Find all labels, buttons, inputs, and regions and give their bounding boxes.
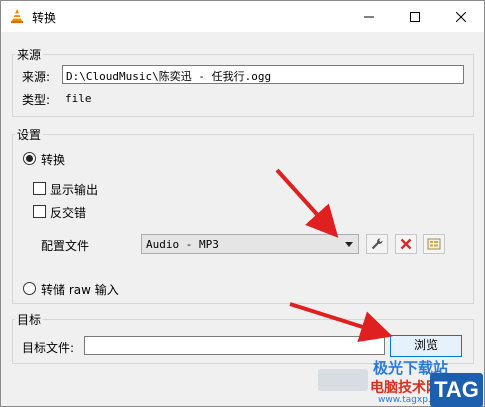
edit-profile-button[interactable] <box>366 234 388 254</box>
dump-raw-label: 转储 raw 输入 <box>41 283 119 297</box>
vlc-cone-icon <box>9 8 25 24</box>
source-field[interactable]: D:\CloudMusic\陈奕迅 - 任我行.ogg <box>62 65 464 84</box>
close-icon <box>456 11 466 22</box>
source-group-label: 来源 <box>15 46 44 63</box>
delete-x-icon <box>400 238 412 250</box>
wrench-icon <box>371 238 383 250</box>
watermark: 极光下载站 电脑技术网 www.tagxp.com TAG <box>318 355 485 407</box>
minimize-icon <box>364 16 374 17</box>
profile-select[interactable]: Audio - MP3 <box>141 234 359 254</box>
type-value: file <box>65 92 92 105</box>
chevron-down-icon <box>345 242 353 247</box>
watermark-tag-badge: TAG <box>430 373 483 407</box>
profile-label: 配置文件 <box>41 239 90 253</box>
maximize-button[interactable] <box>392 1 438 32</box>
show-output-label: 显示输出 <box>50 183 99 197</box>
destination-file-label: 目标文件: <box>22 341 75 355</box>
title-bar: 转换 <box>1 1 484 32</box>
convert-label: 转换 <box>41 153 66 167</box>
delete-profile-button[interactable] <box>395 234 417 254</box>
watermark-logo <box>318 369 368 391</box>
deinterlace-label: 反交错 <box>50 206 87 220</box>
profile-select-value: Audio - MP3 <box>146 238 219 251</box>
destination-file-input[interactable] <box>84 336 385 355</box>
deinterlace-checkbox[interactable] <box>33 205 46 218</box>
type-label: 类型: <box>22 93 51 107</box>
source-group <box>12 54 474 117</box>
maximize-icon <box>410 11 420 22</box>
minimize-button[interactable] <box>346 1 392 32</box>
window-title: 转换 <box>32 11 57 25</box>
radio-selected-dot <box>26 155 33 162</box>
close-button[interactable] <box>438 1 484 32</box>
destination-group-label: 目标 <box>15 311 44 328</box>
new-profile-icon <box>427 238 441 250</box>
settings-group-label: 设置 <box>15 126 44 143</box>
show-output-checkbox[interactable] <box>33 182 46 195</box>
convert-radio[interactable] <box>23 152 36 165</box>
new-profile-button[interactable] <box>423 234 445 254</box>
browse-button[interactable]: 浏览 <box>390 335 462 357</box>
dump-raw-radio[interactable] <box>23 282 36 295</box>
convert-dialog: 转换 来源 来源: D:\CloudMusic\陈奕迅 - 任我行.ogg 类型… <box>0 0 485 407</box>
source-label: 来源: <box>22 70 51 84</box>
